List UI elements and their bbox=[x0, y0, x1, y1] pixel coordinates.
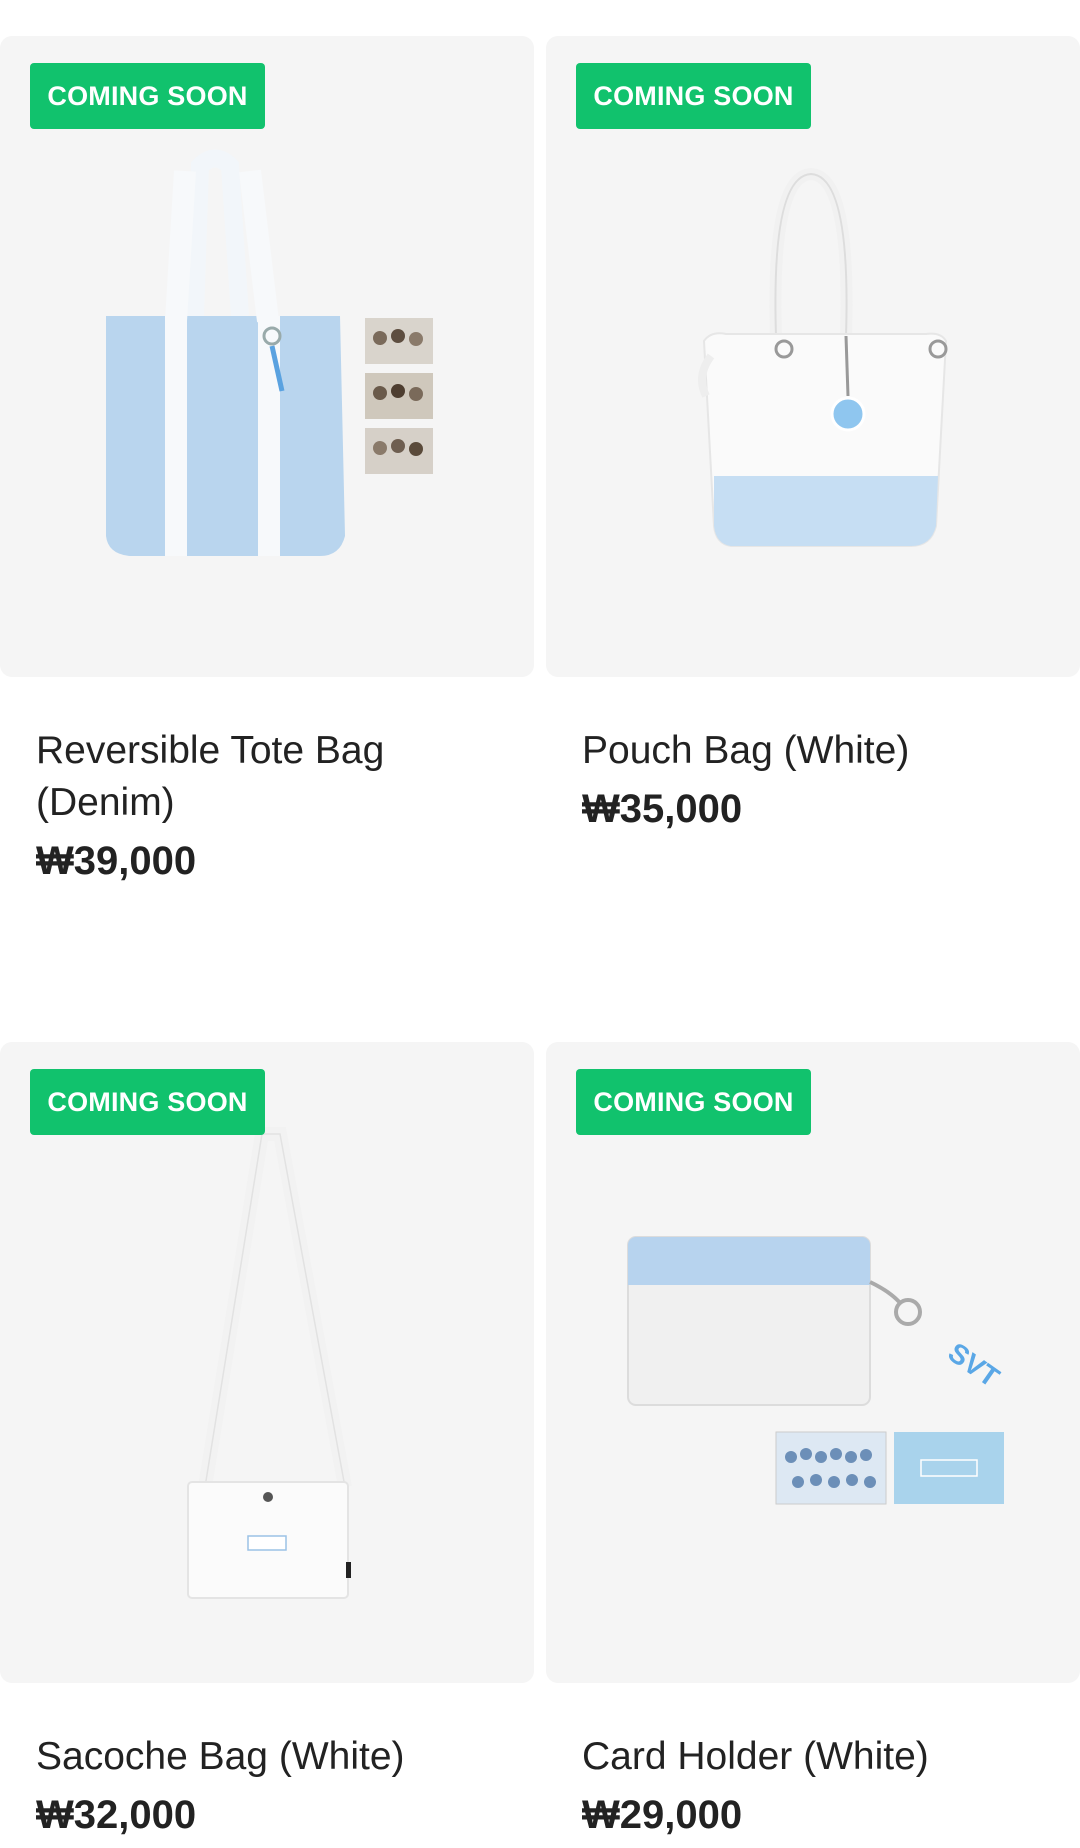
product-card[interactable]: COMING SOON Pouch Bag (White) ₩35,000 bbox=[546, 36, 1080, 832]
product-image[interactable]: COMING SOON bbox=[546, 36, 1080, 677]
product-card[interactable]: COMING SOON Reversible Tote Bag (Denim) … bbox=[0, 36, 534, 884]
pouch-bag-icon bbox=[698, 167, 948, 547]
product-price: ₩35,000 bbox=[582, 787, 743, 831]
product-price: ₩32,000 bbox=[36, 1793, 197, 1837]
coming-soon-badge: COMING SOON bbox=[576, 63, 811, 129]
product-name[interactable]: Reversible Tote Bag (Denim) bbox=[36, 725, 498, 829]
product-image[interactable]: COMING SOON bbox=[0, 36, 534, 677]
svg-text:SVT: SVT bbox=[943, 1337, 1005, 1394]
tote-bag-icon bbox=[106, 149, 433, 556]
product-name[interactable]: Sacoche Bag (White) bbox=[36, 1731, 498, 1783]
coming-soon-badge: COMING SOON bbox=[576, 1069, 811, 1135]
product-card[interactable]: COMING SOON Sacoche Bag (White) ₩32,000 bbox=[0, 1042, 534, 1838]
product-image[interactable]: SVT COMING SOON bbox=[546, 1042, 1080, 1683]
product-name[interactable]: Pouch Bag (White) bbox=[582, 725, 1044, 777]
coming-soon-badge: COMING SOON bbox=[30, 1069, 265, 1135]
product-price: ₩39,000 bbox=[36, 839, 197, 883]
sacoche-bag-icon bbox=[187, 1127, 352, 1599]
card-holder-icon: SVT bbox=[627, 1236, 1005, 1505]
product-card[interactable]: SVT COMING SOON Card Holder (White) ₩29,… bbox=[546, 1042, 1080, 1838]
product-image[interactable]: COMING SOON bbox=[0, 1042, 534, 1683]
coming-soon-badge: COMING SOON bbox=[30, 63, 265, 129]
product-price: ₩29,000 bbox=[582, 1793, 743, 1837]
product-name[interactable]: Card Holder (White) bbox=[582, 1731, 1044, 1783]
